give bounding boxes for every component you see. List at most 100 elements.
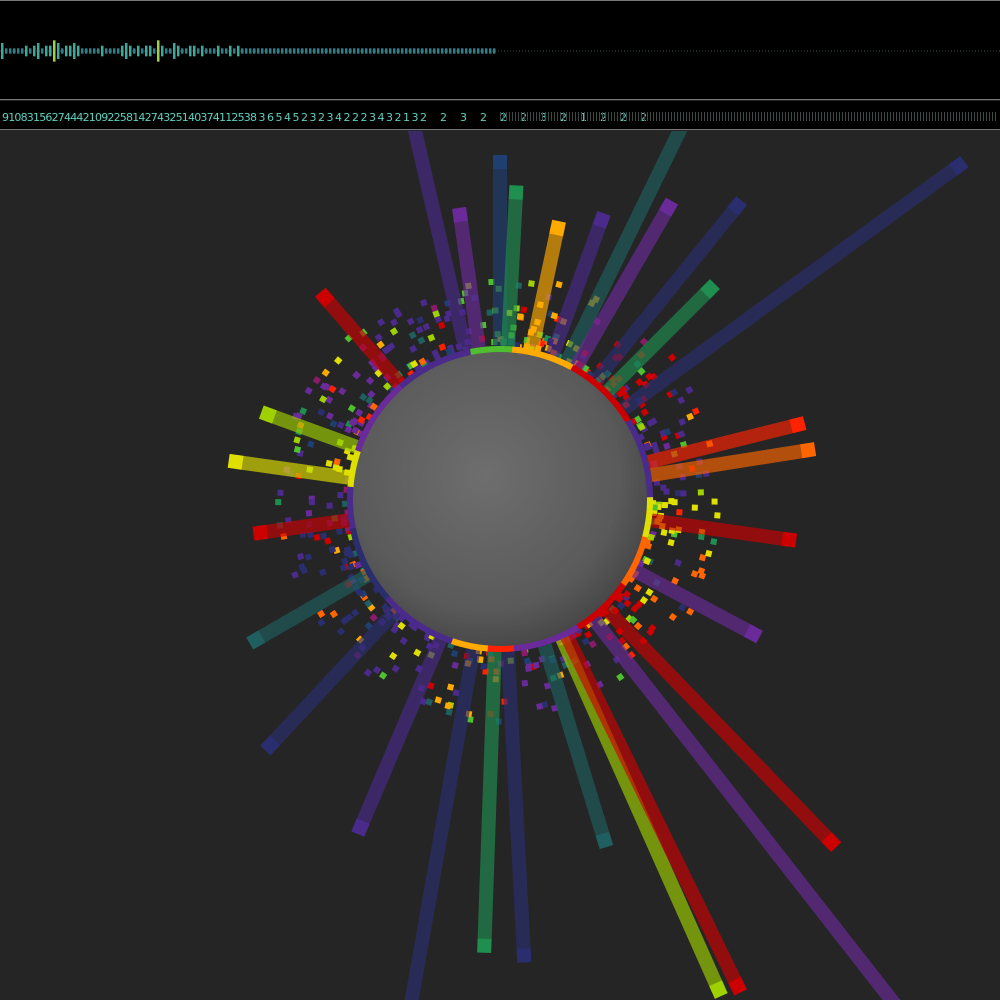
count-filler-tick	[551, 112, 552, 121]
spectrum-particle	[415, 325, 424, 334]
histogram-bar	[385, 48, 388, 54]
count-filler-tick	[869, 112, 870, 121]
spectrum-particle	[417, 336, 426, 345]
spectrum-particle	[691, 504, 698, 511]
count-filler-tick	[674, 112, 675, 121]
histogram-bar	[37, 43, 40, 59]
count-label: 3	[327, 111, 334, 124]
spectrum-particle	[486, 309, 493, 316]
histogram-bar	[413, 48, 416, 54]
histogram-bar	[193, 45, 196, 57]
count-filler-tick	[818, 112, 819, 121]
histogram-bar	[309, 48, 312, 54]
count-filler-tick	[989, 112, 990, 121]
histogram-bar	[393, 48, 396, 54]
histogram-bar	[445, 48, 448, 54]
count-filler-tick	[737, 112, 738, 121]
histogram-bar	[161, 45, 164, 57]
count-filler-tick	[755, 112, 756, 121]
spectrum-ray	[501, 651, 531, 956]
histogram-bar	[141, 48, 144, 54]
count-label: 2	[352, 111, 359, 124]
count-filler-tick	[815, 112, 816, 121]
count-filler-tick	[983, 112, 984, 121]
spectrum-particle	[336, 421, 345, 430]
histogram-bar	[125, 43, 128, 59]
histogram-bar	[289, 48, 292, 54]
center-disc	[353, 352, 647, 646]
count-filler-tick	[584, 112, 585, 121]
spectrum-particle	[389, 318, 399, 327]
histogram-bar	[333, 48, 336, 54]
count-filler-tick	[653, 112, 654, 121]
count-filler-tick	[608, 112, 609, 121]
count-filler-tick	[830, 112, 831, 121]
count-filler-tick	[641, 112, 642, 121]
spectrum-particle	[690, 570, 699, 578]
count-filler-tick	[836, 112, 837, 121]
histogram-bar	[349, 48, 352, 54]
spectrum-ray	[477, 651, 502, 946]
histogram-bars	[0, 40, 1000, 62]
spectrum-particle	[714, 512, 721, 519]
histogram-bar	[293, 48, 296, 54]
histogram-bar	[273, 48, 276, 54]
spectrum-particle	[313, 533, 321, 541]
spectrum-particle	[437, 321, 446, 330]
count-filler-tick	[746, 112, 747, 121]
spectrum-particle	[711, 498, 718, 505]
spectrum-particle	[391, 664, 400, 673]
count-filler-tick	[875, 112, 876, 121]
count-filler-tick	[800, 112, 801, 121]
count-filler-tick	[788, 112, 789, 121]
count-filler-tick	[854, 112, 855, 121]
spectrum-particle	[516, 313, 524, 320]
count-label: 2	[361, 111, 368, 124]
count-filler-tick	[902, 112, 903, 121]
histogram-bar	[81, 48, 84, 54]
count-filler-tick	[785, 112, 786, 121]
histogram-bar	[173, 43, 176, 59]
count-filler-tick	[539, 112, 540, 121]
count-filler-tick	[692, 112, 693, 121]
count-filler-tick	[710, 112, 711, 121]
count-filler-tick	[872, 112, 873, 121]
count-filler-tick	[620, 112, 621, 121]
histogram-bar	[49, 45, 52, 57]
count-filler-tick	[794, 112, 795, 121]
histogram-bar	[269, 48, 272, 54]
histogram-bar	[477, 48, 480, 54]
spectrum-particle	[616, 672, 625, 682]
count-filler-tick	[635, 112, 636, 121]
spectrum-particle	[413, 648, 422, 657]
count-filler-tick	[992, 112, 993, 121]
histogram-bar	[197, 48, 200, 54]
count-filler-tick	[725, 112, 726, 121]
ray-cap	[508, 185, 524, 200]
spectrum-particle	[293, 436, 301, 444]
histogram-bar	[165, 48, 168, 54]
spectrum-particle	[536, 702, 544, 710]
histogram-bar	[105, 48, 108, 54]
histogram-bar	[153, 48, 156, 54]
spectrum-particle	[372, 665, 382, 675]
spectrum-particle	[277, 489, 284, 496]
count-filler-tick	[767, 112, 768, 121]
count-labels: 9108315627444210922581427432514037411253…	[2, 111, 996, 124]
histogram-bar	[233, 48, 236, 54]
count-filler-tick	[848, 112, 849, 121]
count-filler-tick	[506, 112, 507, 121]
spectrum-particle	[660, 529, 668, 537]
spectrum-particle	[675, 490, 682, 497]
count-filler-tick	[698, 112, 699, 121]
count-filler-tick	[827, 112, 828, 121]
histogram-bar	[277, 48, 280, 54]
ray-cap	[452, 206, 468, 223]
count-filler-tick	[764, 112, 765, 121]
histogram-bar	[25, 45, 28, 57]
count-filler-tick	[974, 112, 975, 121]
count-filler-tick	[890, 112, 891, 121]
histogram-bar	[441, 48, 444, 54]
count-filler-tick	[896, 112, 897, 121]
histogram-bar	[313, 48, 316, 54]
